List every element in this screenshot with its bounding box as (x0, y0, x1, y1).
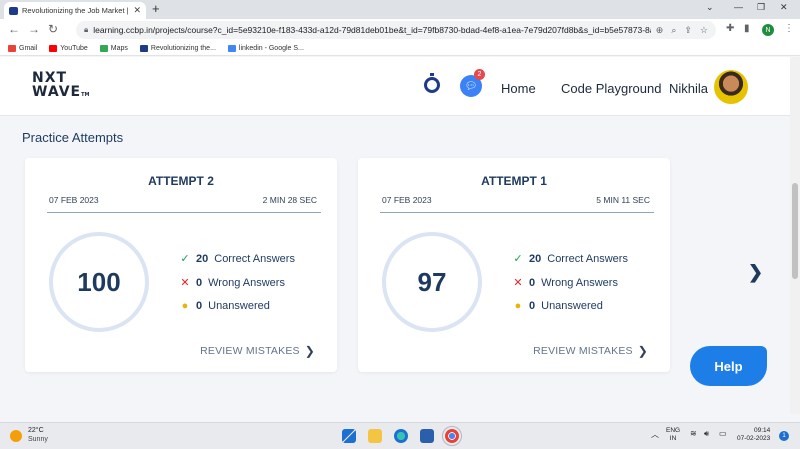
nav-home-link[interactable]: Home (501, 81, 536, 96)
review-mistakes-button[interactable]: REVIEW MISTAKES ❯ (200, 344, 315, 358)
bookmarks-bar: Gmail YouTube Maps Revolutionizing the..… (0, 41, 800, 56)
browser-toolbar: ← → ↻ 🔒︎ learning.ccbp.in/projects/cours… (0, 19, 800, 41)
score-value: 100 (77, 266, 121, 297)
tab-title: Revolutionizing the Job Market | (22, 6, 129, 15)
install-app-icon[interactable]: ⊕ (656, 25, 664, 36)
volume-icon[interactable]: 🔊︎ (704, 429, 709, 439)
back-icon[interactable]: ← (8, 22, 20, 36)
attempt-card: ATTEMPT 1 07 FEB 2023 5 MIN 11 SEC 97 ✓ … (358, 158, 670, 372)
bookmark-linkedin-search[interactable]: linkedin - Google S... (227, 44, 304, 52)
gmail-icon (8, 44, 16, 52)
google-icon (227, 44, 236, 52)
wifi-icon[interactable]: ≋ (690, 429, 697, 438)
user-name[interactable]: Nikhila (669, 81, 708, 96)
browser-tab-active[interactable]: Revolutionizing the Job Market | ✕ (4, 2, 146, 19)
stopwatch-icon[interactable] (424, 73, 440, 93)
wrong-answers-stat: ✕ 0 Wrong Answers (513, 276, 618, 290)
carousel-next-chevron-icon[interactable]: ❯ (748, 262, 763, 283)
attempt-duration: 5 MIN 11 SEC (596, 195, 650, 205)
tab-close-icon[interactable]: ✕ (133, 5, 141, 16)
close-window-icon[interactable]: ✕ (780, 2, 788, 13)
dot-icon: ● (181, 300, 189, 312)
language-indicator[interactable]: ENG IN (666, 427, 680, 443)
unanswered-stat: ● 0 Unanswered (514, 300, 603, 312)
chevron-right-icon: ❯ (304, 344, 315, 358)
score-circle: 97 (382, 232, 482, 332)
side-panel-icon[interactable]: ▮ (744, 23, 750, 34)
chrome-icon[interactable] (442, 426, 462, 446)
youtube-icon (49, 44, 58, 52)
attempt-card: ATTEMPT 2 07 FEB 2023 2 MIN 28 SEC 100 ✓… (25, 158, 337, 372)
bookmark-gmail[interactable]: Gmail (8, 44, 37, 52)
browser-profile-avatar[interactable]: N (762, 24, 774, 36)
attempt-title: ATTEMPT 1 (481, 174, 547, 188)
maximize-icon[interactable]: ❐ (757, 2, 765, 13)
extensions-icon[interactable]: ✚ (726, 23, 734, 34)
attempt-title: ATTEMPT 2 (148, 174, 214, 188)
attempt-date: 07 FEB 2023 (49, 195, 99, 205)
windows-start-icon[interactable] (342, 429, 356, 443)
weather-description[interactable]: Sunny (28, 436, 48, 443)
site-favicon-icon (9, 6, 18, 15)
help-button[interactable]: Help (690, 346, 767, 386)
score-value: 97 (417, 266, 447, 297)
chevron-right-icon: ❯ (637, 344, 648, 358)
nav-code-playground-link[interactable]: Code Playground (561, 81, 661, 96)
divider (47, 212, 321, 213)
notification-badge[interactable]: 1 (779, 431, 789, 441)
tab-search-chevron-icon[interactable]: ⌄ (706, 2, 714, 13)
tray-overflow-chevron-icon[interactable]: ︿ (651, 429, 659, 440)
minimize-icon[interactable]: — (734, 2, 743, 12)
url-text[interactable]: learning.ccbp.in/projects/course?c_id=5e… (93, 25, 651, 35)
zoom-icon[interactable]: ⌕ (671, 25, 676, 36)
edge-browser-icon[interactable] (394, 429, 408, 443)
cross-icon: ✕ (513, 277, 523, 289)
bookmark-revolutionizing[interactable]: Revolutionizing the... (139, 44, 216, 52)
reload-icon[interactable]: ↻ (48, 22, 58, 36)
page-scrollbar[interactable] (790, 57, 800, 414)
correct-answers-stat: ✓ 20 Correct Answers (180, 252, 295, 266)
store-icon[interactable] (420, 429, 434, 443)
dot-icon: ● (514, 300, 522, 312)
file-explorer-icon[interactable] (368, 429, 382, 443)
check-icon: ✓ (180, 253, 190, 265)
share-icon[interactable]: ⇪ (684, 25, 692, 36)
score-circle: 100 (49, 232, 149, 332)
weather-temperature[interactable]: 22°C (28, 427, 44, 434)
battery-icon[interactable]: ▭ (719, 429, 727, 438)
bookmark-maps[interactable]: Maps (99, 44, 128, 52)
review-mistakes-button[interactable]: REVIEW MISTAKES ❯ (533, 344, 648, 358)
site-header: NXT WAVETM 💬︎ 2 Home Code Playground Nik… (0, 57, 790, 116)
attempt-date: 07 FEB 2023 (382, 195, 432, 205)
user-avatar[interactable] (714, 70, 748, 104)
scrollbar-thumb[interactable] (792, 183, 798, 279)
chat-notification-badge: 2 (474, 69, 485, 80)
windows-taskbar: 22°C Sunny ︿ ENG IN ≋ 🔊︎ ▭ 09:14 07-02-2… (0, 422, 800, 449)
bookmark-star-icon[interactable]: ☆ (700, 25, 708, 36)
lock-icon[interactable]: 🔒︎ (84, 25, 88, 35)
attempt-duration: 2 MIN 28 SEC (262, 195, 317, 205)
browser-tab-strip: Revolutionizing the Job Market | ✕ + ⌄ —… (0, 0, 800, 19)
divider (380, 212, 654, 213)
forward-icon[interactable]: → (28, 22, 40, 36)
unanswered-stat: ● 0 Unanswered (181, 300, 270, 312)
weather-sun-icon[interactable] (10, 430, 22, 442)
check-icon: ✓ (513, 253, 523, 265)
browser-menu-icon[interactable]: ⋮ (784, 23, 794, 34)
nxtwave-logo[interactable]: NXT WAVETM (32, 71, 90, 102)
maps-icon (99, 44, 108, 52)
section-title: Practice Attempts (22, 130, 124, 145)
taskbar-clock[interactable]: 09:14 07-02-2023 (737, 427, 770, 443)
wrong-answers-stat: ✕ 0 Wrong Answers (180, 276, 285, 290)
ccbp-icon (139, 44, 148, 52)
address-bar[interactable]: 🔒︎ learning.ccbp.in/projects/course?c_id… (76, 21, 716, 39)
bookmark-youtube[interactable]: YouTube (49, 44, 88, 52)
new-tab-button[interactable]: + (152, 1, 160, 16)
cross-icon: ✕ (180, 277, 190, 289)
correct-answers-stat: ✓ 20 Correct Answers (513, 252, 628, 266)
